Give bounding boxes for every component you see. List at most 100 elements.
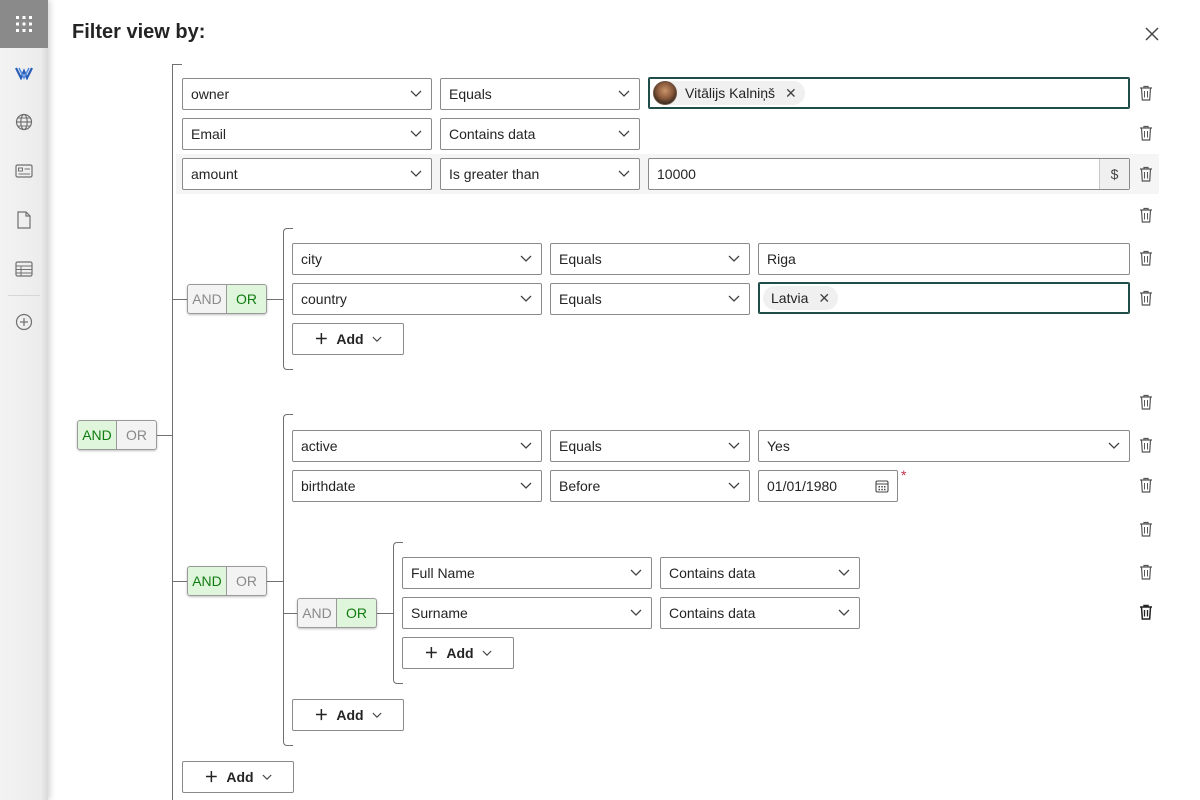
chevron-down-icon	[719, 244, 749, 274]
chevron-down-icon	[719, 284, 749, 314]
operator-dropdown-active[interactable]: Equals	[550, 430, 750, 462]
plus-icon: ＋	[314, 331, 329, 347]
chevron-down-icon	[829, 598, 859, 628]
brand-logo-icon[interactable]	[14, 63, 34, 83]
field-dropdown-owner[interactable]: owner	[182, 78, 432, 110]
or-toggle-status[interactable]: OR	[227, 566, 267, 596]
avatar	[653, 81, 677, 105]
chevron-down-icon	[829, 558, 859, 588]
trash-icon	[1140, 564, 1152, 580]
value-dropdown-active[interactable]: Yes	[758, 430, 1130, 462]
field-dropdown-email[interactable]: Email	[182, 118, 432, 150]
add-button-name[interactable]: ＋ Add	[402, 637, 514, 669]
delete-location-group-button[interactable]	[1137, 206, 1155, 224]
operator-dropdown-amount[interactable]: Is greater than	[440, 158, 640, 190]
chevron-down-icon	[511, 244, 541, 274]
operator-dropdown-birthdate[interactable]: Before	[550, 470, 750, 502]
operator-dropdown-fullname[interactable]: Contains data	[660, 557, 860, 589]
field-dropdown-active[interactable]: active	[292, 430, 542, 462]
chevron-down-icon	[609, 119, 639, 149]
chevron-down-icon	[401, 79, 431, 109]
table-icon[interactable]	[14, 259, 34, 279]
operator-dropdown-owner[interactable]: Equals	[440, 78, 640, 110]
trash-icon	[1140, 125, 1152, 141]
chevron-down-icon	[719, 431, 749, 461]
amount-input[interactable]: 10000 $	[648, 158, 1130, 190]
delete-status-group-button[interactable]	[1137, 393, 1155, 411]
trash-icon	[1140, 290, 1152, 306]
app-rail	[0, 0, 48, 800]
delete-amount-button[interactable]	[1137, 165, 1155, 183]
field-dropdown-city[interactable]: city	[292, 243, 542, 275]
required-marker: *	[901, 467, 907, 483]
city-input[interactable]: Riga	[758, 243, 1130, 275]
date-picker-birthdate[interactable]: 01/01/1980	[758, 470, 898, 502]
plus-icon: ＋	[204, 769, 219, 785]
and-toggle-status[interactable]: AND	[187, 566, 227, 596]
field-dropdown-amount[interactable]: amount	[182, 158, 432, 190]
trash-icon	[1140, 521, 1152, 537]
chevron-down-icon	[372, 336, 382, 342]
add-button-status[interactable]: ＋ Add	[292, 699, 404, 731]
add-button-location[interactable]: ＋ Add	[292, 323, 404, 355]
and-toggle-name[interactable]: AND	[297, 598, 337, 628]
delete-fullname-button[interactable]	[1137, 563, 1155, 581]
trash-icon	[1140, 85, 1152, 101]
delete-surname-button[interactable]	[1137, 603, 1155, 621]
status-logic-toggle: AND OR	[187, 566, 267, 596]
and-toggle-root[interactable]: AND	[77, 420, 117, 450]
people-picker-owner[interactable]: Vitālijs Kalniņš ✕	[648, 77, 1130, 109]
root-logic-toggle: AND OR	[77, 420, 157, 450]
delete-name-group-button[interactable]	[1137, 520, 1155, 538]
operator-dropdown-email[interactable]: Contains data	[440, 118, 640, 150]
chevron-down-icon	[401, 119, 431, 149]
field-dropdown-country[interactable]: country	[292, 283, 542, 315]
operator-dropdown-city[interactable]: Equals	[550, 243, 750, 275]
operator-dropdown-country[interactable]: Equals	[550, 283, 750, 315]
chevron-down-icon	[372, 712, 382, 718]
globe-icon[interactable]	[14, 112, 34, 132]
remove-person-icon[interactable]: ✕	[785, 85, 797, 102]
trash-icon	[1140, 477, 1152, 493]
field-dropdown-fullname[interactable]: Full Name	[402, 557, 652, 589]
country-tag-picker[interactable]: Latvia ✕	[758, 282, 1130, 314]
delete-country-button[interactable]	[1137, 289, 1155, 307]
app-launcher-button[interactable]	[0, 0, 48, 48]
or-toggle-location[interactable]: OR	[227, 284, 267, 314]
or-toggle-name[interactable]: OR	[337, 598, 377, 628]
location-logic-toggle: AND OR	[187, 284, 267, 314]
remove-tag-icon[interactable]: ✕	[818, 290, 830, 307]
delete-city-button[interactable]	[1137, 249, 1155, 267]
close-button[interactable]	[1143, 25, 1161, 43]
delete-active-button[interactable]	[1137, 436, 1155, 454]
chevron-down-icon	[609, 79, 639, 109]
delete-owner-button[interactable]	[1137, 84, 1155, 102]
group-bracket-status	[283, 414, 293, 746]
trash-icon	[1140, 207, 1152, 223]
chevron-down-icon	[511, 431, 541, 461]
contact-card-icon[interactable]	[14, 161, 34, 181]
chevron-down-icon	[482, 650, 492, 656]
add-circle-icon[interactable]	[14, 312, 34, 332]
or-toggle-root[interactable]: OR	[117, 420, 157, 450]
operator-dropdown-surname[interactable]: Contains data	[660, 597, 860, 629]
page-title: Filter view by:	[72, 21, 206, 43]
trash-icon	[1140, 250, 1152, 266]
app-launcher-icon	[16, 16, 32, 32]
chevron-down-icon	[1099, 431, 1129, 461]
chevron-down-icon	[621, 598, 651, 628]
root-group-line	[172, 64, 173, 800]
chevron-down-icon	[511, 284, 541, 314]
document-icon[interactable]	[14, 210, 34, 230]
chevron-down-icon	[609, 159, 639, 189]
currency-suffix: $	[1099, 159, 1129, 189]
and-toggle-location[interactable]: AND	[187, 284, 227, 314]
person-pill: Vitālijs Kalniņš ✕	[653, 81, 805, 105]
add-button-root[interactable]: ＋ Add	[182, 761, 294, 793]
delete-birthdate-button[interactable]	[1137, 476, 1155, 494]
field-dropdown-birthdate[interactable]: birthdate	[292, 470, 542, 502]
calendar-icon[interactable]	[867, 471, 897, 501]
field-dropdown-surname[interactable]: Surname	[402, 597, 652, 629]
name-logic-toggle: AND OR	[297, 598, 377, 628]
delete-email-button[interactable]	[1137, 124, 1155, 142]
